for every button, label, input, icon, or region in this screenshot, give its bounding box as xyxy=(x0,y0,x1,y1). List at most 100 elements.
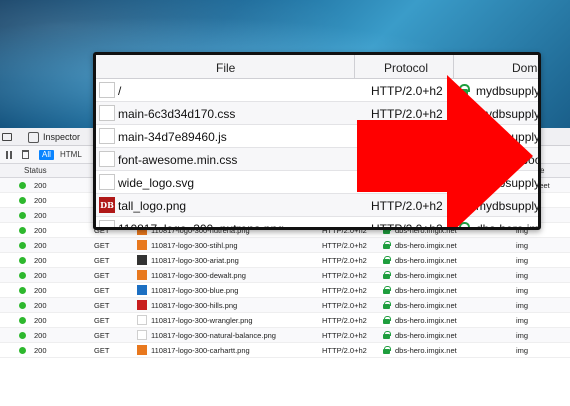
cell-domain: dbs-hero.imgix.net xyxy=(395,286,457,295)
cell-file: tall_logo.png xyxy=(118,199,187,213)
cell-status: 200 xyxy=(34,331,47,340)
cell-status: 200 xyxy=(34,241,47,250)
cell-status: 200 xyxy=(34,346,47,355)
cell-protocol: HTTP/2.0+h2 xyxy=(322,286,367,295)
cell-status: 200 xyxy=(34,316,47,325)
table-row[interactable]: 200 GET 110817-logo-300-dewalt.png HTTP/2.0… xyxy=(0,268,570,283)
cell-type: img xyxy=(516,331,529,340)
dock-icon[interactable] xyxy=(2,133,12,141)
status-ok-icon xyxy=(19,227,26,234)
cell-status: 200 xyxy=(34,196,47,205)
table-row[interactable]: 200 GET 110817-logo-300-stihl.png HTTP/2.0+… xyxy=(0,238,570,253)
cell-method: GET xyxy=(94,286,110,295)
status-ok-icon xyxy=(19,197,26,204)
lock-icon xyxy=(383,286,391,294)
file-thumbnail-icon xyxy=(137,345,147,355)
status-ok-icon xyxy=(19,287,26,294)
cell-protocol: HTTP/2.0+h2 xyxy=(322,271,367,280)
file-thumbnail-icon xyxy=(99,128,115,144)
cell-type: img xyxy=(516,256,529,265)
cell-type: img xyxy=(516,316,529,325)
lock-icon xyxy=(383,346,391,354)
status-ok-icon xyxy=(19,257,26,264)
status-ok-icon xyxy=(19,272,26,279)
lock-icon xyxy=(383,241,391,249)
tab-inspector-label: Inspector xyxy=(43,132,81,142)
status-ok-icon xyxy=(19,302,26,309)
cell-domain: dbs-hero.imgix.net xyxy=(395,316,457,325)
file-thumbnail-icon xyxy=(99,220,115,227)
cell-protocol: HTTP/2.0+h2 xyxy=(322,256,367,265)
table-row[interactable]: 200 GET 110817-logo-300-hills.png HTTP/2.0+… xyxy=(0,298,570,313)
table-row[interactable]: 200 GET 110817-logo-300-ariat.png HTTP/2.0+… xyxy=(0,253,570,268)
status-ok-icon xyxy=(19,317,26,324)
cell-type: img xyxy=(516,241,529,250)
cell-type: img xyxy=(516,271,529,280)
cell-file: 110817-logo-300-stihl.png xyxy=(151,241,238,250)
table-row[interactable]: 200 GET 110817-logo-300-wrangler.png HTTP/2… xyxy=(0,313,570,328)
column-file[interactable]: File xyxy=(216,61,235,75)
cell-protocol: HTTP/2.0+h2 xyxy=(322,346,367,355)
lock-icon xyxy=(383,301,391,309)
table-row[interactable]: 200 GET 110817-logo-300-natural-balance.pn… xyxy=(0,328,570,343)
status-ok-icon xyxy=(19,182,26,189)
cell-file: 110817-logo-300-dewalt.png xyxy=(151,271,246,280)
cell-status: 200 xyxy=(34,226,47,235)
cell-type: img xyxy=(516,286,529,295)
table-row[interactable]: 200 GET 110817-logo-300-blue.png HTTP/2.0+h… xyxy=(0,283,570,298)
file-thumbnail-icon xyxy=(137,315,147,325)
cell-domain: dbs-hero.imgix.net xyxy=(395,301,457,310)
trash-icon[interactable] xyxy=(22,150,29,159)
cell-method: GET xyxy=(94,316,110,325)
status-ok-icon xyxy=(19,242,26,249)
zoomed-network-panel: File Protocol Doma / HTTP/2.0+h2 mydbsuppl… xyxy=(93,52,541,230)
cell-protocol: HTTP/2.0+h2 xyxy=(322,241,367,250)
tab-inspector[interactable]: Inspector xyxy=(2,130,80,144)
cell-protocol: HTTP/2.0+h2 xyxy=(322,331,367,340)
column-domain[interactable]: Doma xyxy=(512,61,538,75)
column-status[interactable]: Status xyxy=(24,166,47,175)
column-divider xyxy=(354,55,355,79)
cell-file: 110817-logo-300-ariat.png xyxy=(151,256,239,265)
filter-html-button[interactable]: HTML xyxy=(60,150,82,160)
cell-method: GET xyxy=(94,241,110,250)
cell-file: wide_logo.svg xyxy=(118,176,195,190)
file-thumbnail-icon xyxy=(137,270,147,280)
cell-method: GET xyxy=(94,256,110,265)
cell-domain: dbs-hero.imgix.net xyxy=(395,241,457,250)
inspector-icon xyxy=(28,131,39,143)
cell-file: main-6c3d34d170.css xyxy=(118,107,236,121)
cell-type: img xyxy=(516,346,529,355)
file-thumbnail-icon xyxy=(99,82,115,98)
cell-status: 200 xyxy=(34,256,47,265)
file-thumbnail-icon xyxy=(99,105,115,121)
cell-method: GET xyxy=(94,331,110,340)
cell-status: 200 xyxy=(34,301,47,310)
file-thumbnail-icon xyxy=(137,240,147,250)
file-thumbnail-icon xyxy=(137,255,147,265)
cell-status: 200 xyxy=(34,286,47,295)
lock-icon xyxy=(383,271,391,279)
lock-icon xyxy=(383,331,391,339)
lock-icon xyxy=(383,316,391,324)
cell-status: 200 xyxy=(34,211,47,220)
db-logo-thumbnail-icon: DB xyxy=(99,197,115,213)
cell-status: 200 xyxy=(34,181,47,190)
table-row[interactable]: 200 GET 110817-logo-300-carhartt.png HTTP/2… xyxy=(0,343,570,358)
status-ok-icon xyxy=(19,332,26,339)
cell-method: GET xyxy=(94,271,110,280)
cell-status: 200 xyxy=(34,271,47,280)
cell-domain: dbs-hero.imgix.net xyxy=(395,271,457,280)
file-thumbnail-icon xyxy=(99,151,115,167)
cell-file: / xyxy=(118,84,122,98)
cell-type: img xyxy=(516,301,529,310)
pause-icon[interactable] xyxy=(6,151,12,159)
cell-method: GET xyxy=(94,301,110,310)
cell-file: main-34d7e89460.js xyxy=(118,130,227,144)
filter-all-button[interactable]: All xyxy=(39,150,54,160)
cell-file: 110817-logo-300-hills.png xyxy=(151,301,238,310)
cell-domain: dbs-hero.imgix.net xyxy=(395,346,457,355)
cell-protocol: HTTP/2.0+h2 xyxy=(322,316,367,325)
status-ok-icon xyxy=(19,347,26,354)
column-protocol[interactable]: Protocol xyxy=(384,61,428,75)
